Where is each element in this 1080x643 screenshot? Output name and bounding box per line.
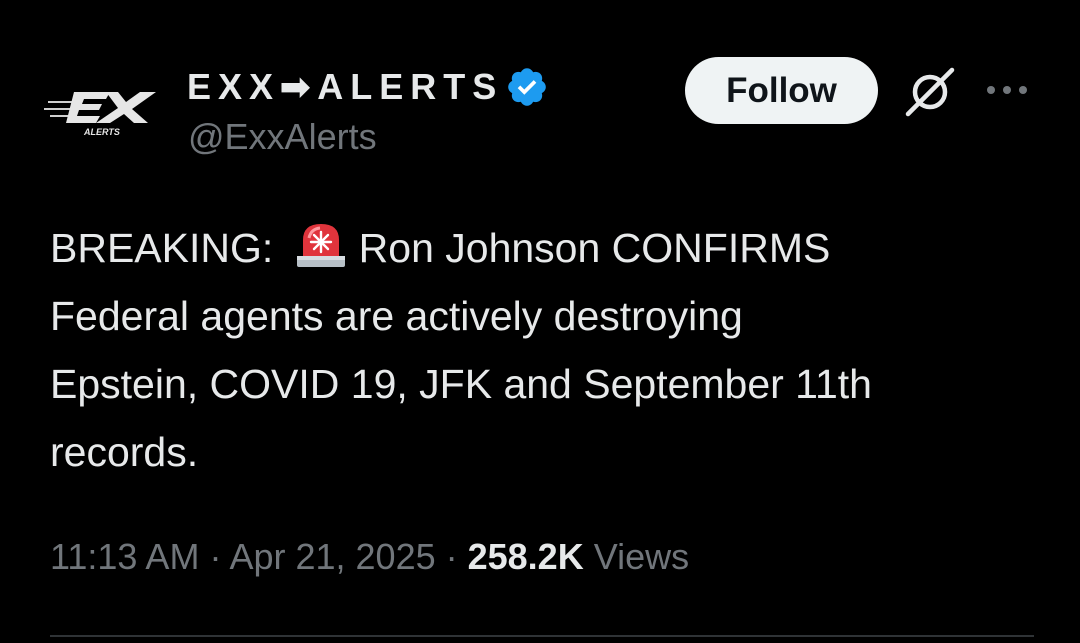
- tweet-line: records.: [50, 429, 199, 475]
- tweet: ALERTS EXX➡ALERTS @ExxAlerts Follow BREA…: [0, 0, 1080, 643]
- tweet-text-segment: Ron Johnson CONFIRMS: [358, 225, 831, 271]
- author-handle[interactable]: @ExxAlerts: [188, 116, 377, 158]
- grok-icon[interactable]: [900, 62, 960, 122]
- tweet-line: BREAKING: Ron Johnson CONFIRMS: [50, 214, 1040, 282]
- avatar-text: ALERTS: [83, 127, 120, 137]
- views-count[interactable]: 258.2K: [468, 536, 584, 577]
- views-label: Views: [583, 536, 690, 577]
- more-icon[interactable]: [985, 82, 1029, 98]
- author-name-row[interactable]: EXX➡ALERTS: [187, 62, 549, 112]
- divider: [50, 635, 1034, 637]
- tweet-date[interactable]: Apr 21, 2025: [229, 536, 435, 577]
- tweet-line: Federal agents are actively destroying: [50, 293, 743, 339]
- avatar[interactable]: ALERTS: [44, 82, 162, 148]
- tweet-text-segment: BREAKING:: [50, 225, 285, 271]
- tweet-text: BREAKING: Ron Johnson CONFIRMS Federal a…: [50, 214, 1040, 486]
- follow-button[interactable]: Follow: [685, 57, 878, 124]
- exx-alerts-logo-icon: ALERTS: [44, 92, 156, 137]
- meta-separator: ·: [199, 536, 230, 577]
- meta-separator: ·: [435, 536, 468, 577]
- verified-badge-icon: [508, 68, 546, 106]
- tweet-meta: 11:13 AM · Apr 21, 2025 · 258.2K Views: [50, 536, 689, 578]
- siren-emoji-icon: [296, 224, 345, 267]
- tweet-time[interactable]: 11:13 AM: [50, 536, 199, 577]
- display-name[interactable]: EXX➡ALERTS: [187, 66, 503, 108]
- tweet-line: Epstein, COVID 19, JFK and September 11t…: [50, 361, 872, 407]
